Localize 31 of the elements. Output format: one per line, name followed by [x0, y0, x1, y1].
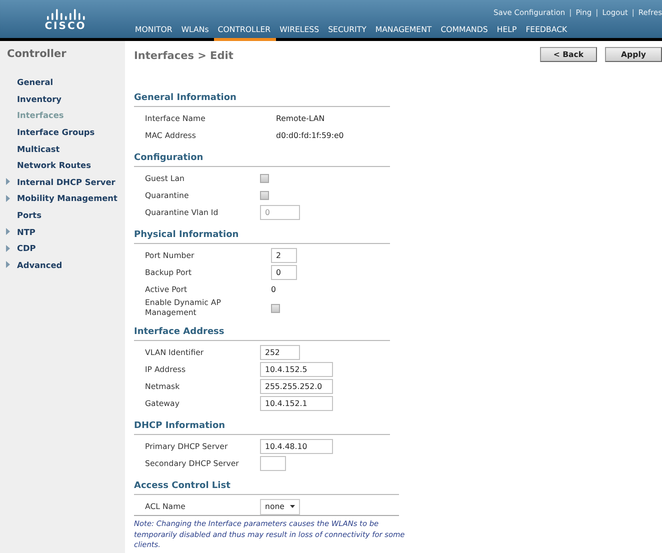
input-field[interactable] — [260, 456, 286, 471]
sidebar-item[interactable]: Interface Groups — [17, 127, 95, 138]
checkbox[interactable] — [260, 174, 269, 183]
logo-bars-icon — [46, 8, 86, 20]
sidebar-title: Controller — [6, 47, 68, 62]
sidebar-item[interactable]: Ports — [17, 210, 42, 220]
sidebar-item[interactable]: Mobility Management — [17, 193, 118, 204]
section-heading: Physical Information — [134, 228, 390, 244]
sidebar-item[interactable]: Network Routes — [17, 160, 91, 170]
expand-arrow-icon[interactable] — [6, 194, 10, 202]
section-heading: Interface Address — [134, 325, 390, 341]
sidebar-item[interactable]: Multicast — [17, 144, 60, 154]
checkbox[interactable] — [260, 191, 269, 200]
section-heading: General Information — [134, 91, 390, 107]
sidebar-item[interactable]: CDP — [17, 243, 36, 254]
expand-arrow-icon[interactable] — [6, 261, 10, 268]
logo-text: CISCO — [44, 20, 86, 32]
sidebar-item[interactable]: NTP — [17, 226, 36, 237]
sidebar-item[interactable]: Inventory — [17, 94, 62, 104]
expand-arrow-icon[interactable] — [6, 244, 10, 252]
section-heading: Access Control List — [134, 479, 399, 495]
section-heading: Configuration — [134, 151, 390, 167]
expand-arrow-icon[interactable] — [6, 228, 10, 236]
checkbox[interactable] — [271, 304, 280, 312]
sidebar-item[interactable]: Internal DHCP Server — [17, 176, 116, 187]
section-heading: DHCP Information — [134, 419, 390, 435]
expand-arrow-icon[interactable] — [6, 178, 10, 186]
sidebar-item[interactable]: Advanced — [17, 260, 62, 270]
sidebar-item[interactable]: General — [17, 77, 54, 88]
caret-icon — [290, 505, 296, 508]
page-title: Interfaces > Edit — [134, 48, 234, 62]
